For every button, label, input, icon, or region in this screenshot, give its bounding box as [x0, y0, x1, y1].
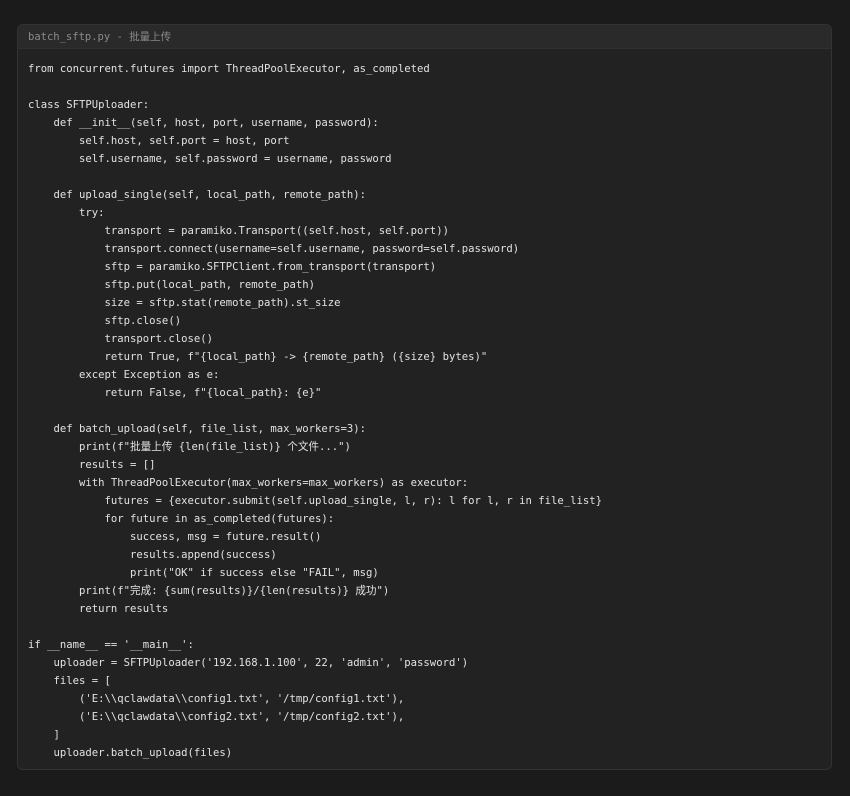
code-line: ] [28, 729, 60, 741]
code-line: sftp.close() [28, 315, 182, 327]
file-title: batch_sftp.py - 批量上传 [28, 31, 172, 43]
code-line: except Exception as e: [28, 369, 220, 381]
code-line: self.username, self.password = username,… [28, 153, 392, 165]
code-line: def __init__(self, host, port, username,… [28, 117, 379, 129]
code-line: from concurrent.futures import ThreadPoo… [28, 63, 430, 75]
code-line: return False, f"{local_path}: {e}" [28, 387, 322, 399]
code-line: results = [] [28, 459, 156, 471]
code-line: size = sftp.stat(remote_path).st_size [28, 297, 341, 309]
code-line: transport.close() [28, 333, 213, 345]
code-window: batch_sftp.py - 批量上传 from concurrent.fut… [17, 24, 832, 770]
code-line: print("OK" if success else "FAIL", msg) [28, 567, 379, 579]
code-line: uploader.batch_upload(files) [28, 747, 233, 759]
code-line: try: [28, 207, 105, 219]
code-line: success, msg = future.result() [28, 531, 322, 543]
code-line: sftp.put(local_path, remote_path) [28, 279, 316, 291]
code-line: def upload_single(self, local_path, remo… [28, 189, 367, 201]
code-line: print(f"批量上传 {len(file_list)} 个文件...") [28, 441, 351, 453]
code-line: sftp = paramiko.SFTPClient.from_transpor… [28, 261, 437, 273]
code-line: if __name__ == '__main__': [28, 639, 194, 651]
code-line: for future in as_completed(futures): [28, 513, 335, 525]
code-line: transport = paramiko.Transport((self.hos… [28, 225, 449, 237]
code-line: print(f"完成: {sum(results)}/{len(results)… [28, 585, 390, 597]
code-line: transport.connect(username=self.username… [28, 243, 520, 255]
code-line: self.host, self.port = host, port [28, 135, 290, 147]
code-line: ('E:\\qclawdata\\config1.txt', '/tmp/con… [28, 693, 405, 705]
code-line: ('E:\\qclawdata\\config2.txt', '/tmp/con… [28, 711, 405, 723]
code-block[interactable]: from concurrent.futures import ThreadPoo… [28, 60, 823, 762]
code-line: with ThreadPoolExecutor(max_workers=max_… [28, 477, 469, 489]
code-line: files = [ [28, 675, 111, 687]
code-line: class SFTPUploader: [28, 99, 150, 111]
code-line: uploader = SFTPUploader('192.168.1.100',… [28, 657, 469, 669]
code-line: return True, f"{local_path} -> {remote_p… [28, 351, 488, 363]
code-line: return results [28, 603, 169, 615]
code-line: def batch_upload(self, file_list, max_wo… [28, 423, 367, 435]
code-line: futures = {executor.submit(self.upload_s… [28, 495, 603, 507]
code-line: results.append(success) [28, 549, 277, 561]
code-window-titlebar: batch_sftp.py - 批量上传 [18, 25, 831, 49]
